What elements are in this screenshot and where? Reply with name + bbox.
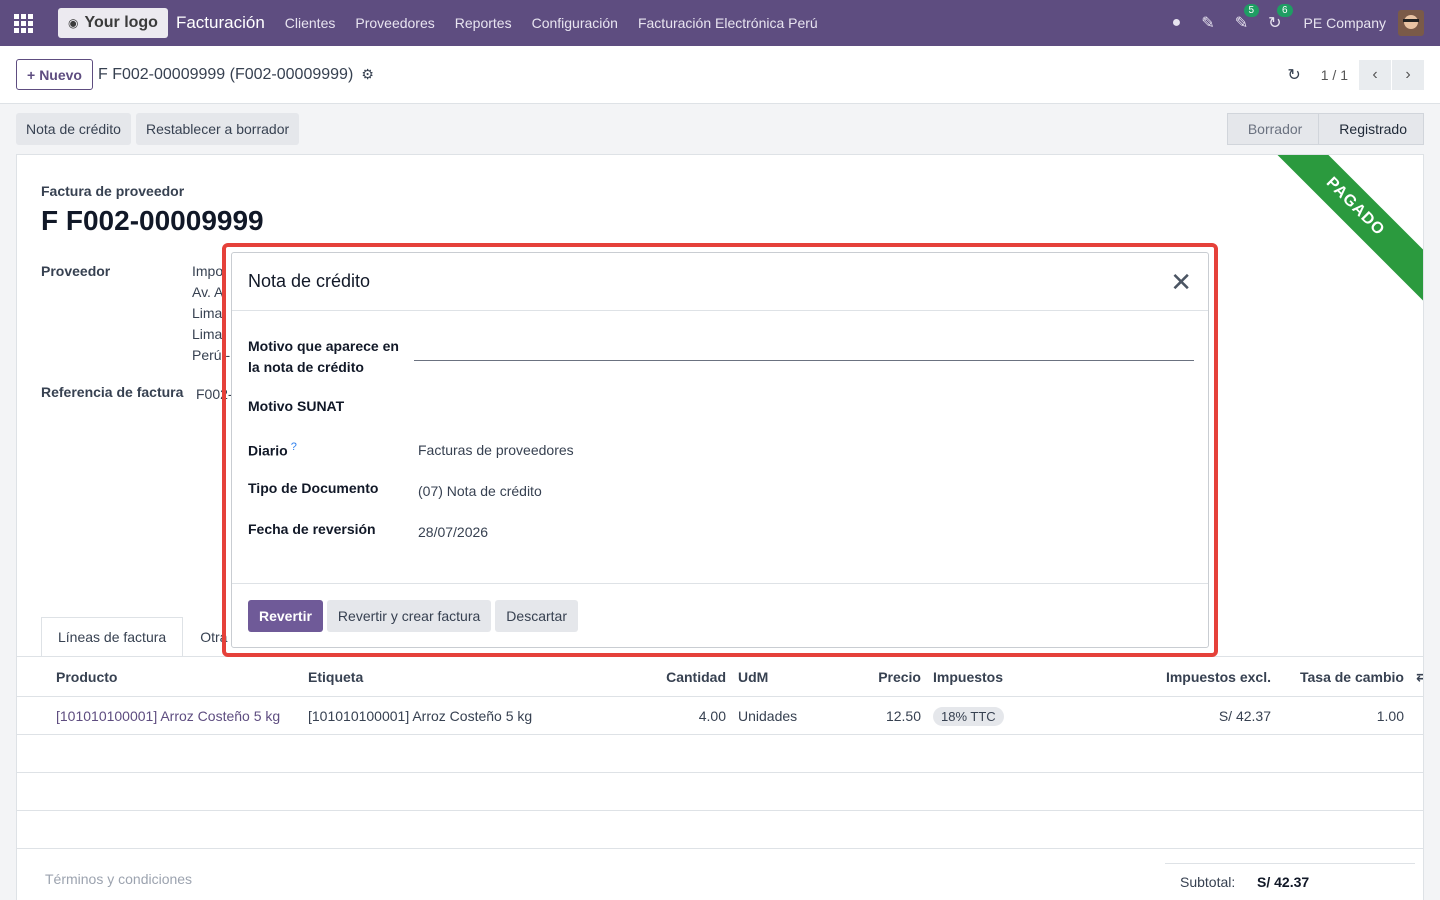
discard-button[interactable]: Descartar — [495, 599, 578, 632]
revert-and-create-button[interactable]: Revertir y crear factura — [326, 599, 492, 632]
reason-label: Motivo que aparece en la nota de crédito — [248, 338, 399, 375]
dialog-footer: Revertir Revertir y crear factura Descar… — [232, 583, 1208, 647]
dialog-title: Nota de crédito — [248, 271, 371, 291]
dialog-header: Nota de crédito ✕ — [232, 253, 1208, 311]
dialog-body: Motivo que aparece en la nota de crédito… — [232, 311, 1208, 583]
reversal-date-label: Fecha de reversión — [248, 521, 376, 537]
help-icon[interactable]: ? — [291, 441, 297, 453]
journal-label: Diario — [248, 442, 288, 459]
reason-input[interactable] — [414, 337, 1194, 361]
journal-value[interactable]: Facturas de proveedores — [418, 442, 574, 458]
close-icon[interactable]: ✕ — [1170, 269, 1192, 295]
doc-type-value[interactable]: (07) Nota de crédito — [418, 483, 542, 499]
sunat-reason-label: Motivo SUNAT — [248, 398, 345, 414]
doc-type-label: Tipo de Documento — [248, 480, 379, 496]
reversal-date-value[interactable]: 28/07/2026 — [418, 524, 488, 540]
revert-button[interactable]: Revertir — [248, 599, 323, 632]
journal-label-wrap: Diario? — [248, 437, 297, 462]
credit-note-dialog: Nota de crédito ✕ Motivo que aparece en … — [231, 252, 1209, 648]
